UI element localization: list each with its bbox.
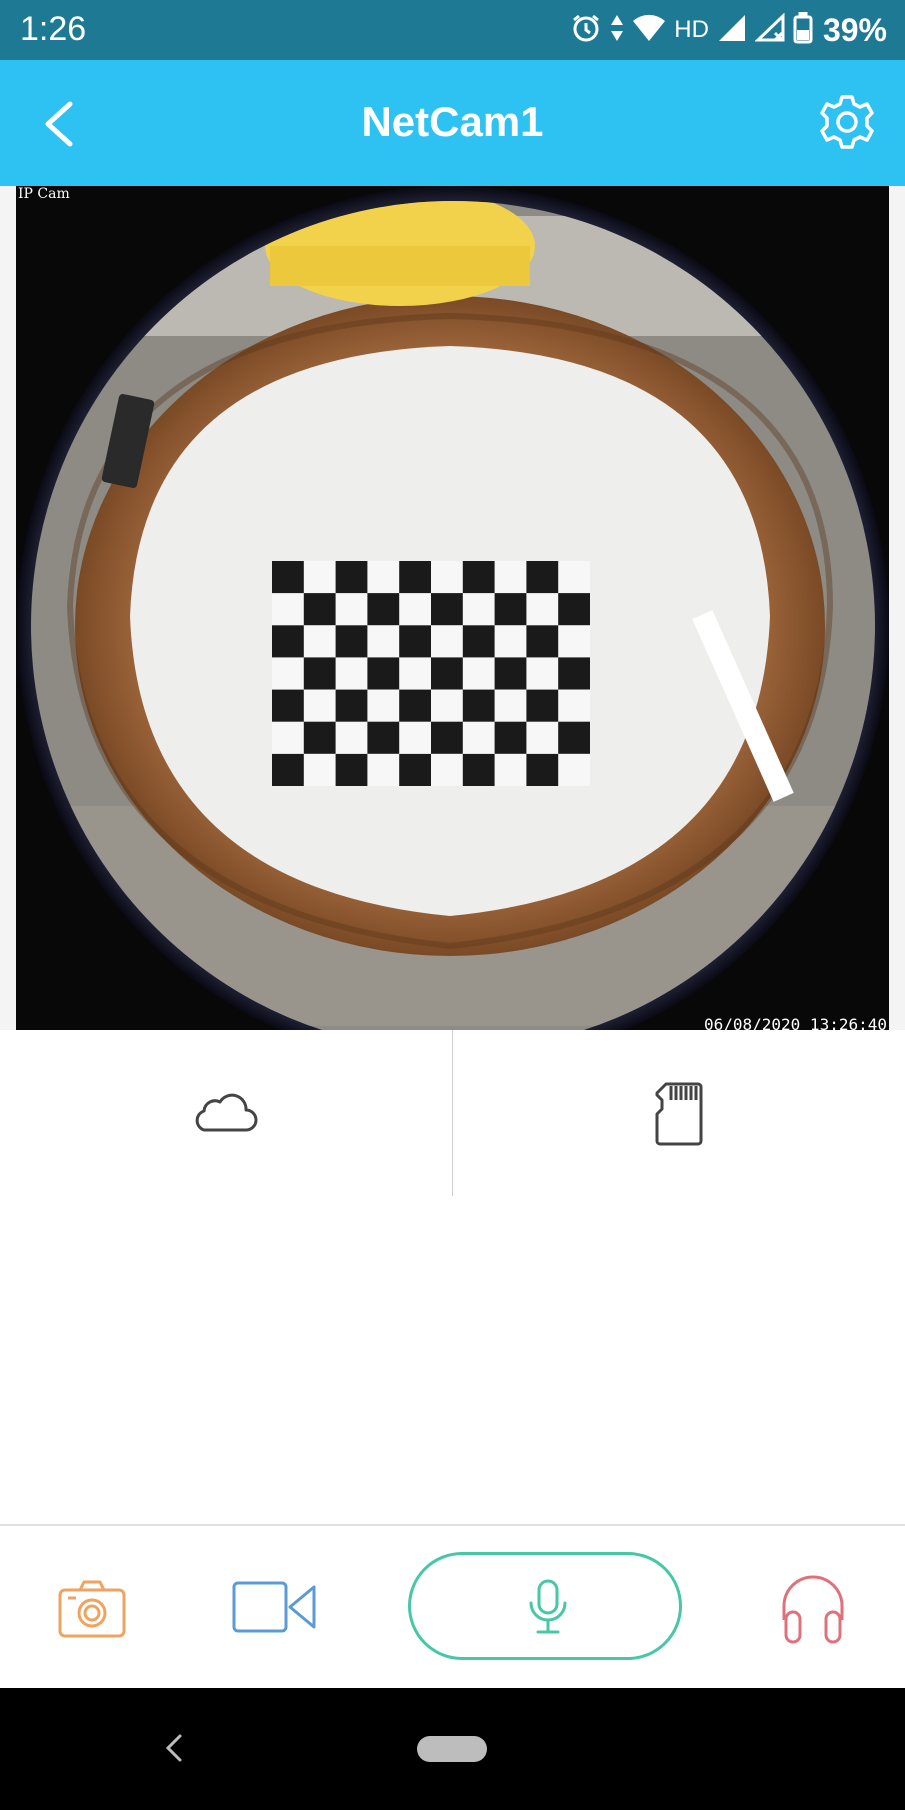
settings-button[interactable]: [817, 92, 877, 152]
checkerboard-square: [558, 657, 590, 690]
checkerboard-square: [431, 593, 463, 626]
checkerboard-square: [335, 625, 368, 658]
alarm-icon: [570, 12, 602, 49]
checkerboard-square: [462, 625, 495, 658]
checkerboard-square: [367, 657, 400, 690]
checkerboard-square: [462, 753, 495, 786]
nav-back-icon: [165, 1734, 182, 1762]
checkerboard-square: [272, 753, 304, 786]
status-time: 1:26: [20, 10, 87, 48]
camera-timestamp-overlay: 06/08/2020 13:26:40: [703, 1015, 887, 1030]
checkerboard-square: [335, 689, 368, 722]
checkerboard-square: [303, 593, 336, 626]
checkerboard-square: [399, 753, 431, 786]
checkerboard-square: [367, 593, 400, 626]
checkerboard-square: [399, 689, 431, 722]
headphones-icon: [782, 1575, 844, 1644]
checkerboard-square: [431, 721, 463, 754]
battery-icon: [793, 11, 813, 49]
cloud-icon: [195, 1093, 258, 1132]
gear-icon: [820, 95, 874, 149]
checkerboard-square: [558, 593, 590, 626]
checkerboard-square: [272, 689, 304, 722]
checkerboard-square: [399, 561, 431, 594]
checkerboard-square: [526, 625, 559, 658]
checkerboard-square: [303, 657, 336, 690]
sd-card-button[interactable]: [654, 1080, 704, 1146]
storage-options: [0, 1030, 905, 1196]
checkerboard-square: [335, 753, 368, 786]
controls-bar: [0, 1526, 905, 1688]
checkerboard-square: [399, 625, 431, 658]
fisheye-camera-image: [17, 186, 889, 1030]
system-navigation-bar: [0, 1688, 905, 1810]
nav-back-button[interactable]: [160, 1728, 190, 1768]
checkerboard-square: [462, 689, 495, 722]
storage-divider: [452, 1030, 453, 1196]
cloud-storage-button[interactable]: [190, 1082, 260, 1142]
checkerboard-square: [494, 593, 527, 626]
battery-percentage: 39%: [822, 11, 887, 48]
checkerboard-square: [272, 561, 304, 594]
video-camera-icon: [232, 1581, 316, 1633]
checkerboard-square: [303, 721, 336, 754]
status-bar: 1:26 HD 39%: [0, 0, 905, 60]
checkerboard-square: [335, 561, 368, 594]
data-transfer-icon: [610, 13, 624, 48]
network-type-label: HD: [674, 16, 709, 43]
checkerboard-square: [367, 721, 400, 754]
wifi-icon: [632, 13, 666, 48]
checkerboard-square: [431, 657, 463, 690]
status-icons: HD 39%: [570, 8, 887, 52]
camera-video-feed[interactable]: IP Cam 06/08/2020 13:26:40: [0, 186, 905, 1030]
record-video-button[interactable]: [232, 1580, 318, 1634]
page-title: NetCam1: [361, 98, 544, 145]
signal-icon: [717, 13, 747, 48]
calibration-checkerboard: [272, 561, 590, 786]
checkerboard-square: [526, 561, 559, 594]
sd-card-icon: [655, 1082, 703, 1146]
snapshot-button[interactable]: [56, 1578, 128, 1640]
microphone-icon: [529, 1579, 567, 1634]
nav-home-pill[interactable]: [417, 1736, 487, 1762]
listen-button[interactable]: [778, 1570, 848, 1646]
app-bar: NetCam1: [0, 60, 905, 186]
checkerboard-square: [558, 721, 590, 754]
checkerboard-square: [272, 625, 304, 658]
checkerboard-square: [526, 689, 559, 722]
checkerboard-square: [526, 753, 559, 786]
camera-label-overlay: IP Cam: [18, 186, 70, 202]
checkerboard-square: [494, 657, 527, 690]
signal-no-data-icon: [754, 11, 785, 48]
checkerboard-square: [494, 721, 527, 754]
checkerboard-square: [462, 561, 495, 594]
talk-button[interactable]: [408, 1552, 682, 1660]
camera-icon: [58, 1580, 126, 1638]
